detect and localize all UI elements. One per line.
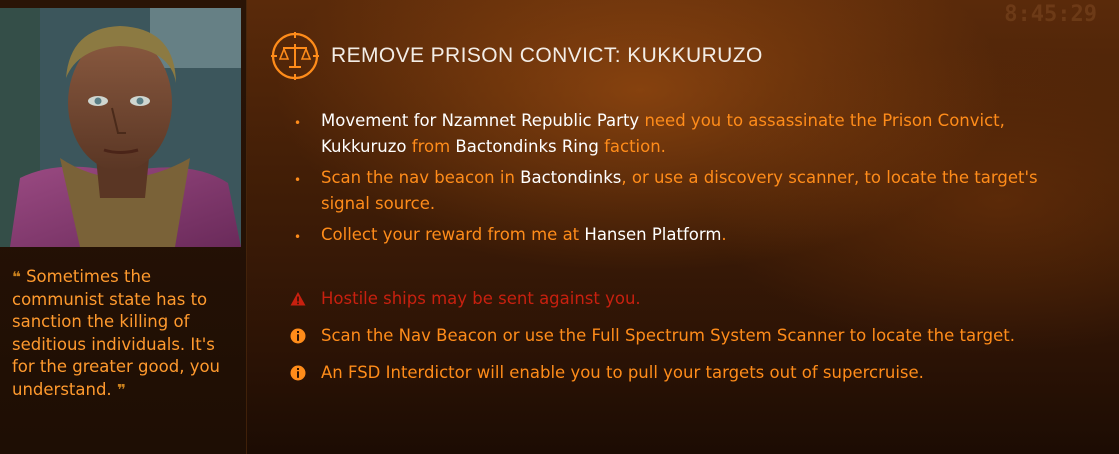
target-name: Kukkuruzo bbox=[321, 137, 407, 156]
bullet-icon: • bbox=[294, 230, 302, 244]
info-circle-icon bbox=[290, 328, 306, 344]
objective-item: • Scan the nav beacon in Bactondinks, or… bbox=[270, 165, 1090, 217]
quote-text: Sometimes the communist state has to san… bbox=[12, 267, 221, 399]
note-text: An FSD Interdictor will enable you to pu… bbox=[321, 363, 924, 382]
target-faction: Bactondinks Ring bbox=[455, 137, 599, 156]
mission-notes: Hostile ships may be sent against you. S… bbox=[270, 286, 1090, 397]
open-quote-icon: ❝ bbox=[12, 268, 21, 286]
objectives-list: • Movement for Nzamnet Republic Party ne… bbox=[270, 108, 1090, 248]
scales-of-justice-icon bbox=[271, 32, 319, 80]
station-name: Hansen Platform bbox=[584, 225, 722, 244]
bullet-icon: • bbox=[294, 173, 302, 187]
close-quote-icon: ❞ bbox=[116, 380, 126, 399]
faction-name: Movement for Nzamnet Republic Party bbox=[321, 111, 640, 130]
objective-text: . bbox=[721, 225, 727, 244]
contact-panel: ❝ Sometimes the communist state has to s… bbox=[0, 0, 247, 454]
mission-title: REMOVE PRISON CONVICT: KUKKURUZO bbox=[331, 44, 763, 67]
objective-text: from bbox=[406, 137, 456, 156]
objective-text: faction. bbox=[598, 137, 666, 156]
note-info: Scan the Nav Beacon or use the Full Spec… bbox=[270, 323, 1090, 360]
note-text: Scan the Nav Beacon or use the Full Spec… bbox=[321, 326, 1015, 345]
note-info: An FSD Interdictor will enable you to pu… bbox=[270, 360, 1090, 397]
objective-text: Collect your reward from me at bbox=[321, 225, 585, 244]
objective-text: Scan the nav beacon in bbox=[321, 168, 521, 187]
note-text: Hostile ships may be sent against you. bbox=[321, 289, 641, 308]
objective-item: • Movement for Nzamnet Republic Party ne… bbox=[270, 108, 1090, 160]
mission-details: REMOVE PRISON CONVICT: KUKKURUZO • Movem… bbox=[270, 30, 1090, 397]
note-warning: Hostile ships may be sent against you. bbox=[270, 286, 1090, 323]
hud-clock: 8:45:29 bbox=[1004, 2, 1097, 27]
objective-text: need you to assassinate the Prison Convi… bbox=[639, 111, 1005, 130]
info-circle-icon bbox=[290, 365, 306, 381]
system-name: Bactondinks bbox=[520, 168, 622, 187]
warning-triangle-icon bbox=[290, 292, 306, 306]
mission-header: REMOVE PRISON CONVICT: KUKKURUZO bbox=[270, 30, 1090, 82]
contact-quote: ❝ Sometimes the communist state has to s… bbox=[12, 266, 240, 401]
objective-item: • Collect your reward from me at Hansen … bbox=[270, 222, 1090, 248]
contact-portrait bbox=[0, 8, 241, 247]
bullet-icon: • bbox=[294, 116, 302, 130]
